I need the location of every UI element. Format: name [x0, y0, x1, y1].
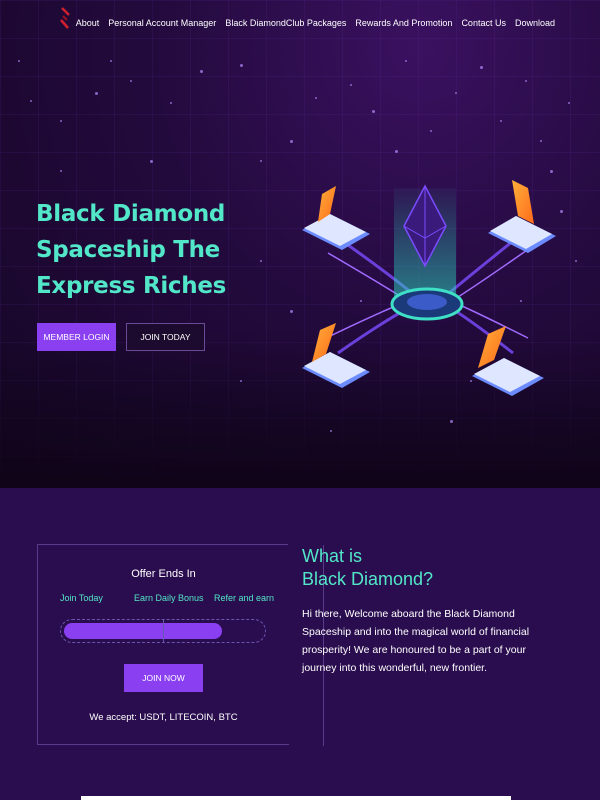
- star: [350, 84, 352, 86]
- star: [430, 130, 432, 132]
- star: [130, 80, 132, 82]
- hero-section: About Personal Account Manager Black Dia…: [0, 0, 600, 488]
- nav-download[interactable]: Download: [515, 18, 555, 28]
- star: [500, 120, 502, 122]
- step-refer-and-earn: Refer and earn: [214, 593, 275, 603]
- about-title: What is Black Diamond?: [302, 545, 433, 591]
- laptop-top-left: [302, 186, 370, 250]
- about-section: Offer Ends In Join Today Earn Daily Bonu…: [0, 488, 600, 800]
- nav-club-packages[interactable]: Black DiamondClub Packages: [225, 18, 346, 28]
- star: [405, 60, 407, 62]
- accepted-payments: We accept: USDT, LITECOIN, BTC: [89, 712, 238, 723]
- star: [575, 260, 577, 262]
- member-login-button[interactable]: MEMBER LOGIN: [37, 323, 116, 351]
- star: [290, 140, 293, 143]
- laptop-top-right: [488, 180, 556, 253]
- star: [260, 160, 262, 162]
- star: [372, 110, 375, 113]
- star: [290, 310, 293, 313]
- star: [540, 140, 542, 142]
- star: [480, 66, 483, 69]
- offer-progress-fill: [64, 623, 222, 639]
- star: [240, 64, 243, 67]
- star: [60, 120, 62, 122]
- join-today-button[interactable]: JOIN TODAY: [126, 323, 205, 351]
- star: [455, 92, 457, 94]
- star: [95, 92, 98, 95]
- join-now-button[interactable]: JOIN NOW: [124, 664, 203, 692]
- star: [568, 102, 570, 104]
- star: [550, 170, 553, 173]
- star: [30, 100, 32, 102]
- star: [18, 60, 20, 62]
- about-title-line1: What is: [302, 546, 363, 566]
- star: [330, 430, 332, 432]
- offer-card: Offer Ends In Join Today Earn Daily Bonu…: [37, 544, 324, 746]
- star: [200, 70, 203, 73]
- nav-personal-account-manager[interactable]: Personal Account Manager: [108, 18, 216, 28]
- about-title-line2: Black Diamond?: [302, 569, 434, 589]
- nav-about[interactable]: About: [76, 18, 100, 28]
- star: [450, 420, 453, 423]
- step-join-today: Join Today: [60, 593, 103, 603]
- star: [395, 150, 398, 153]
- star: [240, 380, 242, 382]
- about-body: Hi there, Welcome aboard the Black Diamo…: [302, 608, 530, 674]
- main-nav: About Personal Account Manager Black Dia…: [67, 18, 555, 28]
- offer-progress-bar: [60, 619, 266, 643]
- laptop-bottom-right: [472, 326, 544, 396]
- offer-card-border-bottom: [38, 744, 289, 745]
- step-earn-daily-bonus: Earn Daily Bonus: [134, 593, 204, 603]
- nav-contact-us[interactable]: Contact Us: [461, 18, 506, 28]
- blockchain-laptops-icon: [302, 180, 556, 396]
- star: [560, 210, 563, 213]
- offer-title: Offer Ends In: [131, 568, 196, 580]
- star: [110, 60, 112, 62]
- star: [525, 80, 527, 82]
- star: [60, 170, 62, 172]
- hero-title: Black Diamond Spaceship The Express Rich…: [36, 201, 227, 299]
- star: [150, 160, 153, 163]
- footer-strip: [81, 796, 511, 800]
- star: [170, 102, 172, 104]
- progress-divider: [163, 619, 164, 643]
- star: [315, 97, 317, 99]
- nav-rewards-promotion[interactable]: Rewards And Promotion: [355, 18, 452, 28]
